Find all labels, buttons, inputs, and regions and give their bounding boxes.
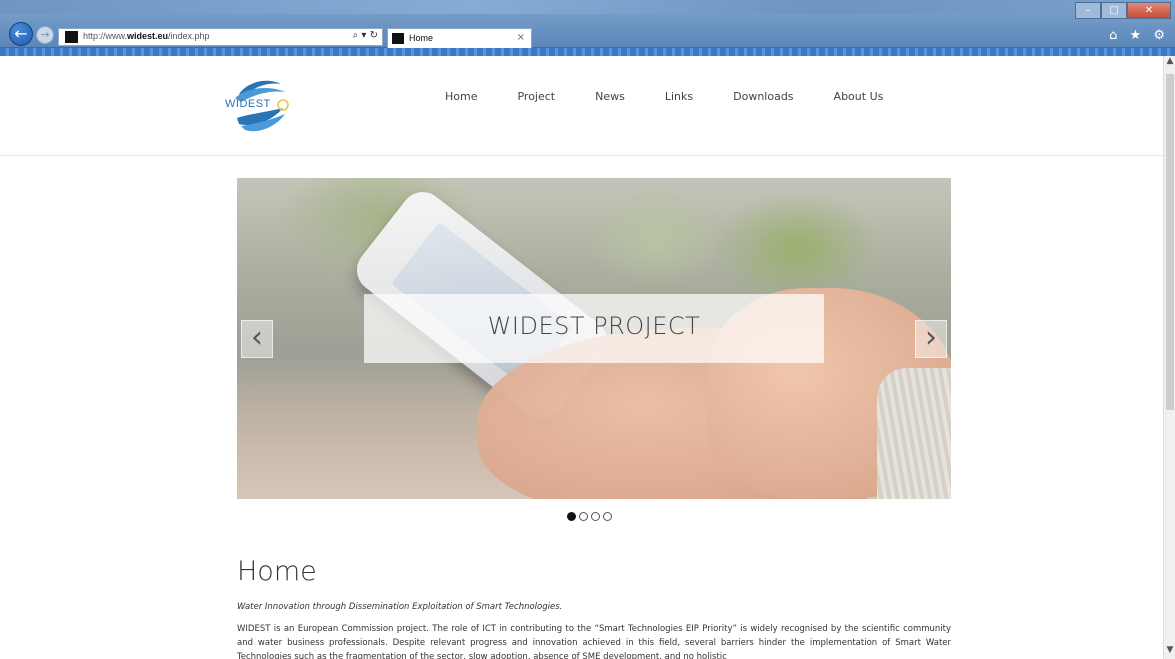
close-window-button[interactable]: ✕ (1127, 2, 1171, 19)
scroll-down-icon[interactable]: ▼ (1164, 645, 1175, 659)
slider-pagination (567, 512, 615, 521)
nav-home[interactable]: Home (445, 90, 477, 103)
slide-dot-4[interactable] (603, 512, 612, 521)
slide-dot-2[interactable] (579, 512, 588, 521)
address-bar[interactable]: http://www.widest.eu/index.php ⌕ ▾ ↻ (58, 28, 383, 46)
main-nav: Home Project News Links Downloads About … (445, 90, 923, 103)
close-tab-icon[interactable]: × (517, 32, 525, 43)
browser-titlebar: ← → http://www.widest.eu/index.php ⌕ ▾ ↻… (0, 0, 1175, 48)
page-title: Home (237, 556, 317, 587)
image-slider[interactable]: WIDEST PROJECT ‹ › (237, 178, 951, 499)
forward-button[interactable]: → (36, 26, 54, 44)
slide-caption-text: WIDEST PROJECT (487, 312, 701, 340)
maximize-button[interactable]: □ (1101, 2, 1127, 19)
nav-project[interactable]: Project (517, 90, 555, 103)
title-strip (0, 0, 1175, 14)
tab-home[interactable]: Home × (387, 28, 532, 48)
widest-logo[interactable]: WIDEST (225, 74, 297, 136)
scroll-thumb[interactable] (1166, 74, 1174, 410)
vertical-scrollbar[interactable]: ▲ ▼ (1163, 56, 1175, 659)
slide-caption: WIDEST PROJECT (364, 294, 824, 363)
slider-prev-button[interactable]: ‹ (241, 320, 273, 358)
sweater-sleeve-image (877, 368, 951, 499)
logo-text: WIDEST (225, 98, 271, 110)
search-refresh-icon[interactable]: ⌕ ▾ ↻ (353, 30, 378, 41)
nav-downloads[interactable]: Downloads (733, 90, 793, 103)
favicon-icon (65, 31, 78, 43)
home-star-gear-icon[interactable]: ⌂ ★ ⚙ (1109, 28, 1169, 43)
site-header: WIDEST Home Project News Links Downloads… (0, 56, 1163, 156)
slide-dot-1[interactable] (567, 512, 576, 521)
scroll-up-icon[interactable]: ▲ (1164, 56, 1175, 70)
intro-paragraph: WIDEST is an European Commission project… (237, 624, 951, 659)
url-text[interactable]: http://www.widest.eu/index.php (83, 31, 210, 41)
nav-about-us[interactable]: About Us (834, 90, 884, 103)
web-page: WIDEST Home Project News Links Downloads… (0, 56, 1163, 659)
tab-favicon-icon (392, 33, 404, 44)
slide-dot-3[interactable] (591, 512, 600, 521)
page-subtitle: Water Innovation through Dissemination E… (237, 602, 563, 612)
window-controls: – □ ✕ (1075, 2, 1171, 19)
arrow-right-icon: → (40, 28, 50, 41)
minimize-button[interactable]: – (1075, 2, 1101, 19)
arrow-left-icon: ← (14, 24, 28, 43)
loading-bar (0, 48, 1175, 56)
back-button[interactable]: ← (9, 22, 33, 46)
nav-news[interactable]: News (595, 90, 625, 103)
slider-next-button[interactable]: › (915, 320, 947, 358)
nav-links[interactable]: Links (665, 90, 693, 103)
tab-title: Home (409, 33, 434, 43)
